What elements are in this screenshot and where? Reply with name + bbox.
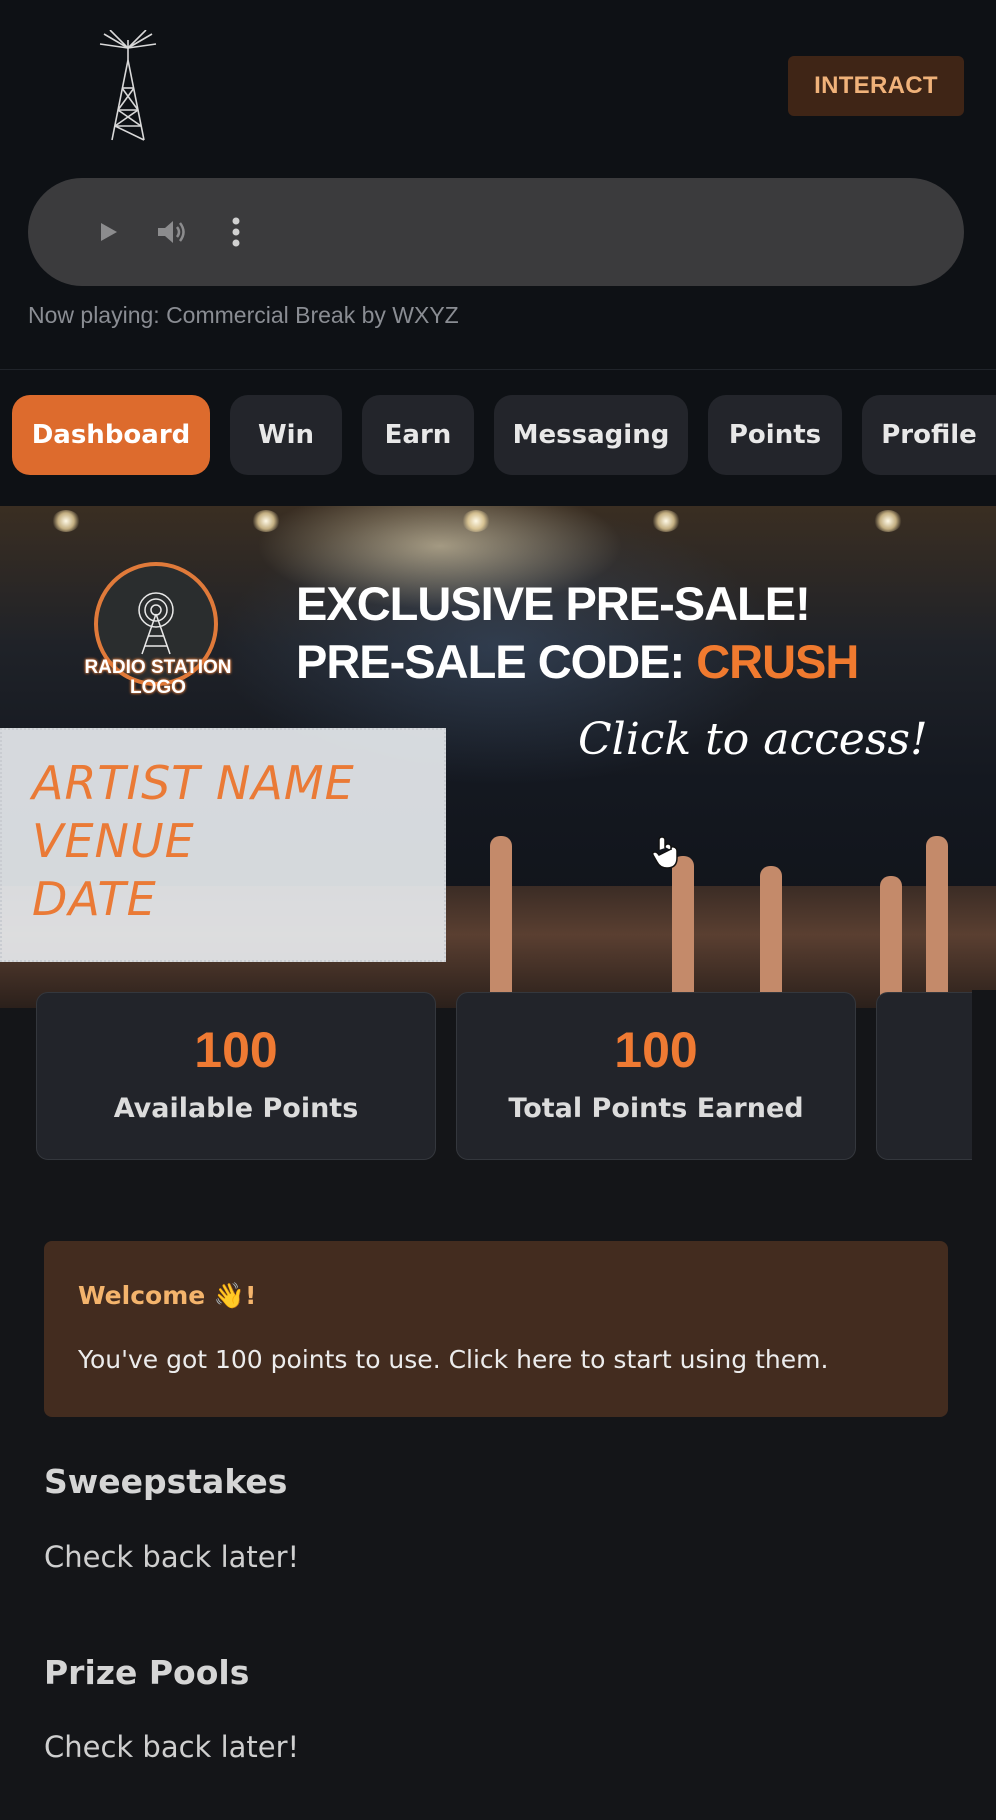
stage-light bbox=[462, 510, 490, 532]
audio-player[interactable] bbox=[28, 178, 964, 286]
available-points-card: 100 Available Points bbox=[36, 992, 436, 1160]
now-playing-text: Now playing: Commercial Break by WXYZ bbox=[28, 302, 459, 328]
interact-button[interactable]: INTERACT bbox=[788, 56, 964, 116]
presale-headline: EXCLUSIVE PRE-SALE! bbox=[296, 577, 811, 630]
sweepstakes-text: Check back later! bbox=[44, 1540, 300, 1574]
volume-icon[interactable] bbox=[148, 208, 196, 256]
stage-light bbox=[652, 510, 680, 532]
total-points-value: 100 bbox=[614, 1022, 698, 1078]
radio-tower-icon bbox=[138, 592, 174, 655]
venue-name: VENUE bbox=[32, 814, 195, 868]
event-info-box: ARTIST NAME VENUE DATE bbox=[0, 728, 446, 962]
tab-win[interactable]: Win bbox=[230, 395, 342, 475]
radio-tower-icon[interactable] bbox=[98, 29, 158, 145]
tab-messaging[interactable]: Messaging bbox=[494, 395, 688, 475]
crowd-hand bbox=[880, 876, 902, 1006]
more-vertical-icon[interactable] bbox=[212, 208, 260, 256]
presale-code-prefix: PRE-SALE CODE: bbox=[296, 635, 697, 688]
tab-profile[interactable]: Profile bbox=[862, 395, 996, 475]
tab-points[interactable]: Points bbox=[708, 395, 842, 475]
welcome-title: Welcome 👋! bbox=[78, 1281, 257, 1310]
welcome-banner[interactable]: Welcome 👋! You've got 100 points to use.… bbox=[44, 1241, 948, 1417]
event-date: DATE bbox=[32, 872, 157, 926]
tab-earn[interactable]: Earn bbox=[362, 395, 474, 475]
stage-light bbox=[252, 510, 280, 532]
logo-text-line: RADIO STATION bbox=[84, 657, 232, 678]
available-points-label: Available Points bbox=[113, 1093, 359, 1124]
tab-dashboard[interactable]: Dashboard bbox=[12, 395, 210, 475]
total-points-label: Total Points Earned bbox=[508, 1093, 804, 1124]
logo-text-line: LOGO bbox=[130, 677, 186, 698]
crowd-hand bbox=[672, 856, 694, 1006]
presale-code: CRUSH bbox=[696, 635, 859, 688]
crowd-hand bbox=[490, 836, 512, 1006]
total-points-card: 100 Total Points Earned bbox=[456, 992, 856, 1160]
welcome-text[interactable]: You've got 100 points to use. Click here… bbox=[78, 1345, 828, 1374]
stage-light bbox=[874, 510, 902, 532]
presale-banner[interactable]: RADIO STATION LOGO EXCLUSIVE PRE-SALE! P… bbox=[0, 506, 996, 1008]
app-header: INTERACT Now playing: Commercial Break b… bbox=[0, 0, 996, 370]
hand-cursor-icon bbox=[650, 836, 680, 874]
nav-tabs: Dashboard Win Earn Messaging Points Prof… bbox=[0, 370, 996, 506]
prize-pools-text: Check back later! bbox=[44, 1730, 300, 1764]
stats-scroll-edge bbox=[972, 990, 996, 1162]
crowd-hand bbox=[760, 866, 782, 1006]
crowd-hand bbox=[926, 836, 948, 1006]
play-icon[interactable] bbox=[84, 208, 132, 256]
prize-pools-heading: Prize Pools bbox=[44, 1653, 250, 1692]
station-logo-text: RADIO STATION LOGO bbox=[68, 658, 248, 698]
sweepstakes-heading: Sweepstakes bbox=[44, 1462, 288, 1501]
available-points-value: 100 bbox=[194, 1022, 278, 1078]
stage-light bbox=[52, 510, 80, 532]
artist-name: ARTIST NAME bbox=[32, 756, 355, 810]
presale-code-line: PRE-SALE CODE: CRUSH bbox=[296, 634, 859, 689]
click-to-access-text[interactable]: Click to access! bbox=[578, 714, 928, 765]
